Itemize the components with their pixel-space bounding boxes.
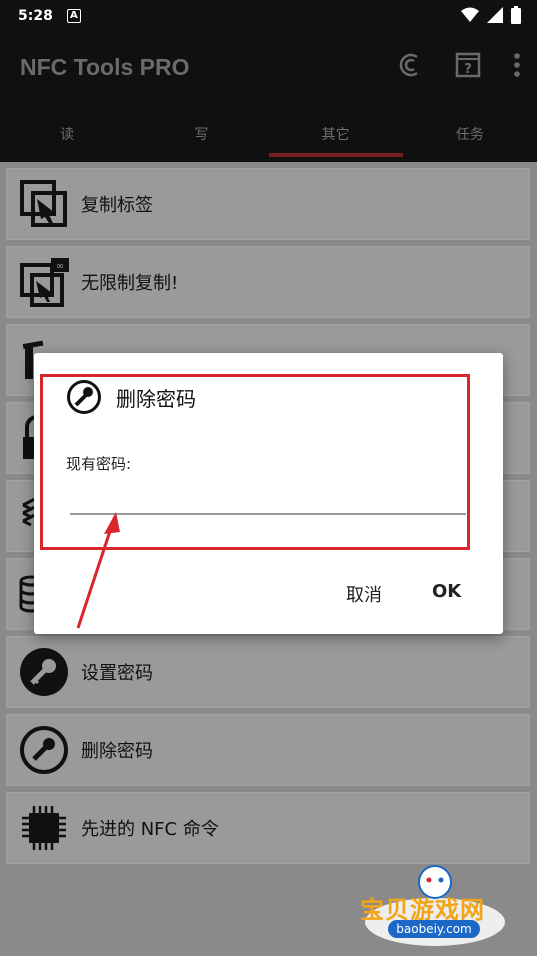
watermark-url: baobeiy.com [388, 920, 480, 938]
annotation-arrow [76, 512, 120, 629]
